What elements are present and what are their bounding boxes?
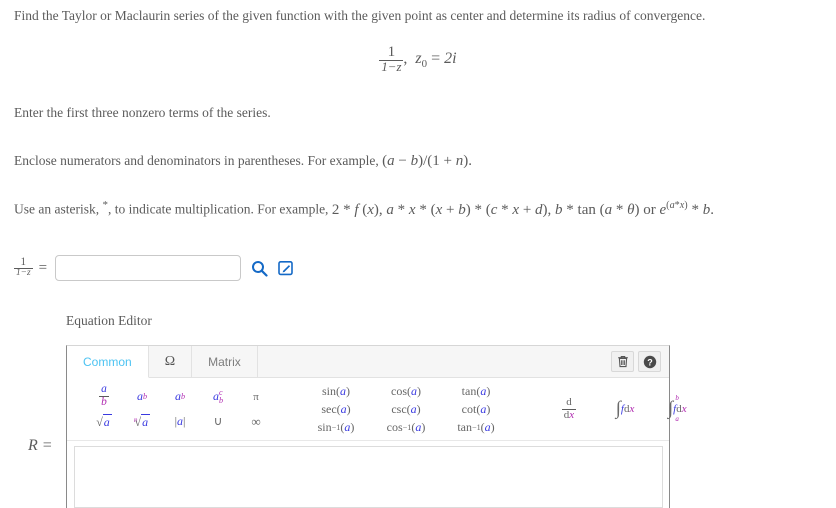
- palette-group-basic: a b ab ab a c b π √a n√a | a | ∪ ∞: [79, 378, 281, 440]
- center-variable-subscript: 0: [421, 58, 428, 71]
- palette-derivative[interactable]: d dx: [541, 384, 597, 434]
- display-formula: 1 1−z , z0 = 2i: [0, 44, 836, 74]
- svg-text:?: ?: [647, 357, 653, 367]
- palette-union[interactable]: ∪: [199, 409, 237, 434]
- palette-subscript[interactable]: ab: [161, 384, 199, 409]
- palette-sin[interactable]: sin(a): [301, 382, 371, 400]
- question-mark-icon[interactable]: ?: [638, 351, 661, 372]
- radius-label-text: R =: [28, 437, 53, 454]
- palette-fraction[interactable]: a b: [85, 383, 123, 409]
- center-equals: =: [431, 49, 441, 67]
- palette-cot[interactable]: cot(a): [441, 400, 511, 418]
- display-fraction-numerator: 1: [379, 44, 404, 61]
- palette-nth-root[interactable]: n√a: [123, 409, 161, 434]
- equation-editor-toolbar: Common Ω Matrix ?: [67, 346, 669, 378]
- trash-icon[interactable]: [611, 351, 634, 372]
- palette-csc[interactable]: csc(a): [371, 400, 441, 418]
- answer-lhs-denominator: 1−z: [16, 268, 31, 279]
- palette-arcsin[interactable]: sin −1(a): [301, 418, 371, 436]
- palette-infinity[interactable]: ∞: [237, 409, 275, 434]
- answer-lhs-fraction: 1 1−z: [14, 256, 33, 279]
- palette-superscript[interactable]: ab: [123, 384, 161, 409]
- equation-editor-panel: Common Ω Matrix ? a b a b a b a c b π √a…: [66, 345, 687, 508]
- tab-matrix-label: Matrix: [208, 354, 241, 369]
- equation-editor-canvas[interactable]: [74, 446, 663, 508]
- palette-group-trig: sin(a) cos(a) tan(a) sec(a) csc(a) cot(a…: [295, 378, 517, 440]
- palette-arccos[interactable]: cos −1(a): [371, 418, 441, 436]
- palette-sub-superscript[interactable]: a c b: [199, 384, 237, 409]
- question-statement: Find the Taylor or Maclaurin series of t…: [14, 8, 706, 23]
- instruction-asterisk-text: Use an asterisk,: [14, 201, 100, 217]
- palette-indefinite-integral[interactable]: ∫ f d x: [597, 384, 653, 434]
- center-value: 2i: [444, 49, 457, 67]
- instruction-enclose-parentheses: Enclose numerators and denominators in p…: [14, 152, 472, 170]
- instruction-enclose-example: (a − b)/(1 + n).: [382, 153, 473, 169]
- palette-sec[interactable]: sec(a): [301, 400, 371, 418]
- tab-omega[interactable]: Ω: [148, 346, 193, 377]
- tab-common[interactable]: Common: [67, 346, 149, 378]
- palette-definite-integral[interactable]: b a ∫ f d x: [653, 384, 709, 434]
- answer-input[interactable]: [55, 255, 242, 281]
- answer-row: 1 1−z =: [14, 252, 294, 284]
- symbol-palette: a b ab ab a c b π √a n√a | a | ∪ ∞ sin (…: [67, 378, 687, 441]
- display-formula-comma: ,: [403, 49, 408, 67]
- instruction-enclose-text: Enclose numerators and denominators in p…: [14, 153, 379, 168]
- palette-arctan[interactable]: tan −1(a): [441, 418, 511, 436]
- radius-label: R =: [28, 437, 53, 455]
- pencil-square-icon[interactable]: [278, 260, 294, 276]
- palette-tan[interactable]: tan(a): [441, 382, 511, 400]
- palette-group-calculus: d dx ∫ f d x b a ∫ f d x: [535, 378, 715, 440]
- display-fraction: 1 1−z: [379, 44, 404, 74]
- palette-square-root[interactable]: √a: [85, 409, 123, 434]
- equation-editor-title: Equation Editor: [66, 313, 152, 328]
- palette-absolute-value[interactable]: | a |: [161, 409, 199, 434]
- toolbar-actions: ?: [611, 346, 669, 377]
- magnifier-icon[interactable]: [251, 260, 268, 277]
- tab-matrix[interactable]: Matrix: [192, 346, 258, 377]
- palette-cos[interactable]: cos(a): [371, 382, 441, 400]
- tab-common-label: Common: [83, 354, 132, 369]
- answer-equals-sign: =: [38, 259, 48, 276]
- instruction-enter-terms: Enter the first three nonzero terms of t…: [14, 105, 271, 120]
- instruction-asterisk-mid: , to indicate multiplication. For exampl…: [107, 201, 329, 217]
- display-fraction-denominator: 1−z: [381, 59, 402, 74]
- palette-pi[interactable]: π: [237, 384, 275, 409]
- instruction-asterisk-example: 2 * f (x), a * x * (x + b) * (c * x + d)…: [331, 199, 714, 218]
- instruction-asterisk-multiplication: Use an asterisk, *, to indicate multipli…: [14, 199, 714, 219]
- tab-omega-label: Ω: [164, 353, 176, 369]
